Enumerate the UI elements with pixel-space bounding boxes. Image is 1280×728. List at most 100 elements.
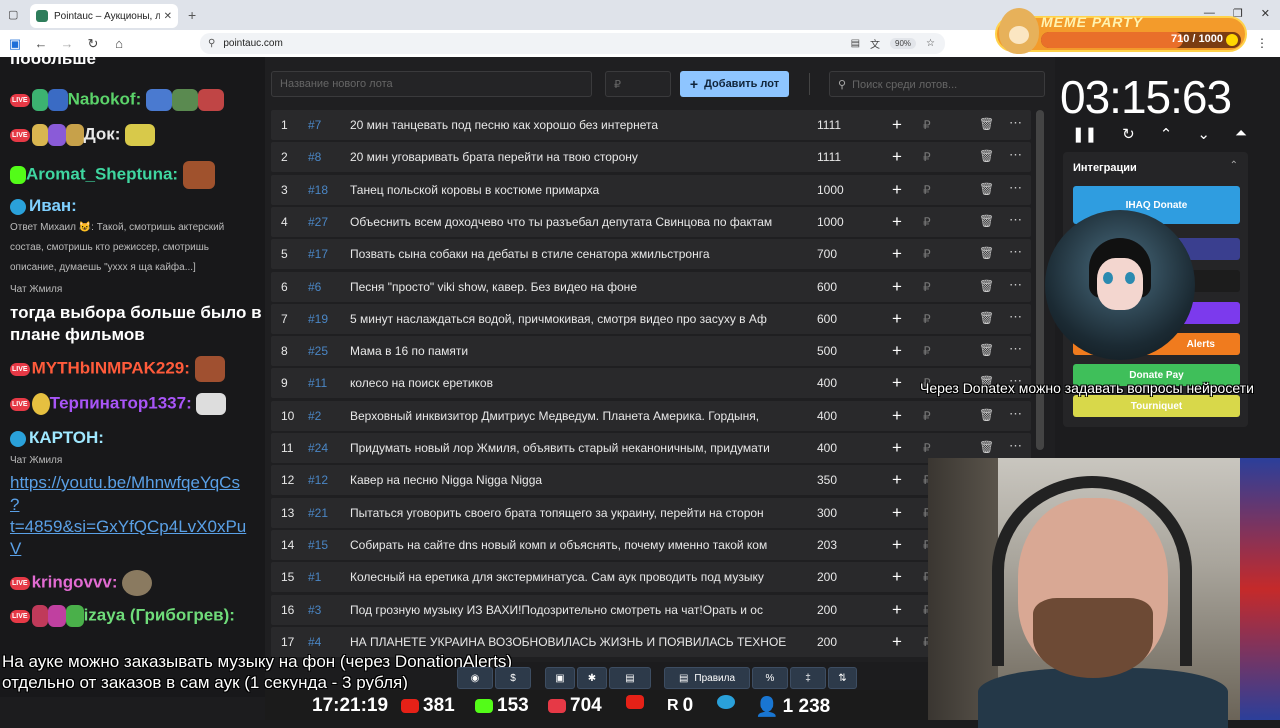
price-input[interactable]: ₽ bbox=[605, 71, 671, 97]
add-amount-icon[interactable]: + bbox=[892, 600, 902, 620]
lot-name[interactable]: 20 мин уговаривать брата перейти на твою… bbox=[350, 150, 790, 164]
lot-amount[interactable]: 200 bbox=[817, 635, 837, 649]
clear-icon[interactable]: ▤ bbox=[609, 667, 651, 689]
pause-icon[interactable]: ❚❚ bbox=[1072, 125, 1097, 143]
split-icon[interactable]: ‡ bbox=[790, 667, 826, 689]
chevron-up-icon[interactable]: ⌃ bbox=[1160, 125, 1173, 143]
reset-icon[interactable]: ↻ bbox=[1122, 125, 1135, 143]
dollar-icon[interactable]: $ bbox=[495, 667, 531, 689]
sidebar-icon[interactable]: ▣ bbox=[4, 36, 26, 52]
lot-name[interactable]: Колесный на еретика для экстерминатуса. … bbox=[350, 570, 790, 584]
sort-icon[interactable]: ⇅ bbox=[828, 667, 857, 689]
add-lot-button[interactable]: + Добавить лот bbox=[680, 71, 789, 97]
close-window-icon[interactable]: ✕ bbox=[1261, 7, 1270, 20]
lot-name[interactable]: НА ПЛАНЕТЕ УКРАИНА ВОЗОБНОВИЛАСЬ ЖИЗНЬ И… bbox=[350, 635, 790, 649]
lot-amount[interactable]: 1000 bbox=[817, 215, 844, 229]
more-options-icon[interactable]: ⋯ bbox=[1009, 212, 1022, 228]
chevron-down-icon[interactable]: ⌄ bbox=[1197, 125, 1210, 143]
delete-icon[interactable]: 🗑 bbox=[979, 246, 994, 260]
browser-menu-icon[interactable]: ⋮ bbox=[1256, 36, 1268, 50]
integration-tourniquet-button[interactable]: Tourniquet bbox=[1073, 395, 1240, 417]
lot-amount[interactable]: 400 bbox=[817, 376, 837, 390]
back-icon[interactable]: ← bbox=[30, 36, 52, 51]
add-amount-icon[interactable]: + bbox=[892, 503, 902, 523]
more-options-icon[interactable]: ⋯ bbox=[1009, 244, 1022, 260]
add-amount-icon[interactable]: + bbox=[892, 567, 902, 587]
lot-amount[interactable]: 700 bbox=[817, 247, 837, 261]
lot-amount[interactable]: 200 bbox=[817, 603, 837, 617]
lot-amount[interactable]: 500 bbox=[817, 344, 837, 358]
lot-amount[interactable]: 300 bbox=[817, 506, 837, 520]
chat-link[interactable]: ? bbox=[10, 495, 19, 515]
lot-name[interactable]: Собирать на сайте dns новый комп и объяс… bbox=[350, 538, 790, 552]
lot-name[interactable]: Танец польской коровы в костюме примарха bbox=[350, 183, 790, 197]
lot-amount[interactable]: 400 bbox=[817, 441, 837, 455]
delete-icon[interactable]: 🗑 bbox=[979, 214, 994, 228]
add-amount-icon[interactable]: + bbox=[892, 212, 902, 232]
percent-icon[interactable]: % bbox=[752, 667, 788, 689]
delete-icon[interactable]: 🗑 bbox=[979, 408, 994, 422]
browser-tab[interactable]: Pointauc – Аукционы, лотереи ✕ bbox=[30, 4, 178, 28]
delete-icon[interactable]: 🗑 bbox=[979, 440, 994, 454]
more-options-icon[interactable]: ⋯ bbox=[1009, 438, 1022, 454]
more-options-icon[interactable]: ⋯ bbox=[1009, 147, 1022, 163]
delete-icon[interactable]: 🗑 bbox=[979, 182, 994, 196]
add-amount-icon[interactable]: + bbox=[892, 341, 902, 361]
more-options-icon[interactable]: ⋯ bbox=[1009, 309, 1022, 325]
tab-list-icon[interactable]: ▢ bbox=[8, 8, 18, 21]
collapse-icon[interactable]: ⌃ bbox=[1230, 160, 1238, 171]
new-tab-icon[interactable]: + bbox=[188, 7, 196, 23]
add-amount-icon[interactable]: + bbox=[892, 438, 902, 458]
add-amount-icon[interactable]: + bbox=[892, 244, 902, 264]
lot-amount[interactable]: 200 bbox=[817, 570, 837, 584]
github-icon[interactable]: ◉ bbox=[457, 667, 493, 689]
lot-name[interactable]: Пытаться уговорить своего брата топящего… bbox=[350, 506, 790, 520]
add-amount-icon[interactable]: + bbox=[892, 180, 902, 200]
more-options-icon[interactable]: ⋯ bbox=[1009, 406, 1022, 422]
delete-icon[interactable]: 🗑 bbox=[979, 117, 994, 131]
more-options-icon[interactable]: ⋯ bbox=[1009, 180, 1022, 196]
lot-name[interactable]: Кавер на песню Nigga Nigga Nigga bbox=[350, 473, 790, 487]
lot-name[interactable]: Придумать новый лор Жмиля, объявить стар… bbox=[350, 441, 790, 455]
site-info-icon[interactable]: ⚲ bbox=[208, 38, 215, 49]
chat-link[interactable]: V bbox=[10, 539, 21, 559]
lot-amount[interactable]: 1111 bbox=[817, 118, 841, 132]
lot-name[interactable]: колесо на поиск еретиков bbox=[350, 376, 790, 390]
delete-icon[interactable]: 🗑 bbox=[979, 311, 994, 325]
lot-amount[interactable]: 1111 bbox=[817, 150, 841, 164]
add-amount-icon[interactable]: + bbox=[892, 470, 902, 490]
add-amount-icon[interactable]: + bbox=[892, 406, 902, 426]
translate-icon[interactable]: 文 bbox=[870, 36, 880, 51]
lot-amount[interactable]: 203 bbox=[817, 538, 837, 552]
lot-amount[interactable]: 1000 bbox=[817, 183, 844, 197]
rules-button[interactable]: ▤ Правила bbox=[664, 667, 750, 689]
bug-icon[interactable]: ✱ bbox=[577, 667, 607, 689]
lot-name[interactable]: Верховный инквизитор Дмитриус Медведум. … bbox=[350, 409, 790, 423]
add-amount-icon[interactable]: + bbox=[892, 309, 902, 329]
new-lot-input[interactable]: Название нового лота bbox=[271, 71, 592, 97]
reload-icon[interactable]: ↻ bbox=[82, 36, 104, 52]
add-amount-icon[interactable]: + bbox=[892, 277, 902, 297]
delete-icon[interactable]: 🗑 bbox=[979, 279, 994, 293]
lot-amount[interactable]: 350 bbox=[817, 473, 837, 487]
scrollbar[interactable] bbox=[1036, 110, 1044, 450]
add-amount-icon[interactable]: + bbox=[892, 373, 902, 393]
home-icon[interactable]: ⌂ bbox=[108, 36, 130, 51]
lot-name[interactable]: 20 мин танцевать под песню как хорошо бе… bbox=[350, 118, 790, 132]
chat-link[interactable]: t=4859&si=GxYfQCp4LvX0xPu bbox=[10, 517, 246, 537]
bookmark-icon[interactable]: ☆ bbox=[926, 38, 935, 49]
more-options-icon[interactable]: ⋯ bbox=[1009, 277, 1022, 293]
lot-amount[interactable]: 600 bbox=[817, 312, 837, 326]
address-bar[interactable]: ⚲ pointauc.com ▤ 文 90% ☆ bbox=[200, 33, 945, 54]
lot-amount[interactable]: 600 bbox=[817, 280, 837, 294]
more-options-icon[interactable]: ⋯ bbox=[1009, 115, 1022, 131]
forward-icon[interactable]: → bbox=[56, 36, 78, 51]
delete-icon[interactable]: 🗑 bbox=[979, 343, 994, 357]
add-amount-icon[interactable]: + bbox=[892, 147, 902, 167]
close-tab-icon[interactable]: ✕ bbox=[164, 11, 172, 22]
lot-name[interactable]: 5 минут наслаждаться водой, причмокивая,… bbox=[350, 312, 790, 326]
lot-name[interactable]: Объеснить всем доходчево что ты разъебал… bbox=[350, 215, 790, 229]
lot-name[interactable]: Мама в 16 по памяти bbox=[350, 344, 790, 358]
lot-name[interactable]: Под грозную музыку ИЗ ВАХИ!Подозрительно… bbox=[350, 603, 790, 617]
zoom-level[interactable]: 90% bbox=[890, 38, 917, 49]
